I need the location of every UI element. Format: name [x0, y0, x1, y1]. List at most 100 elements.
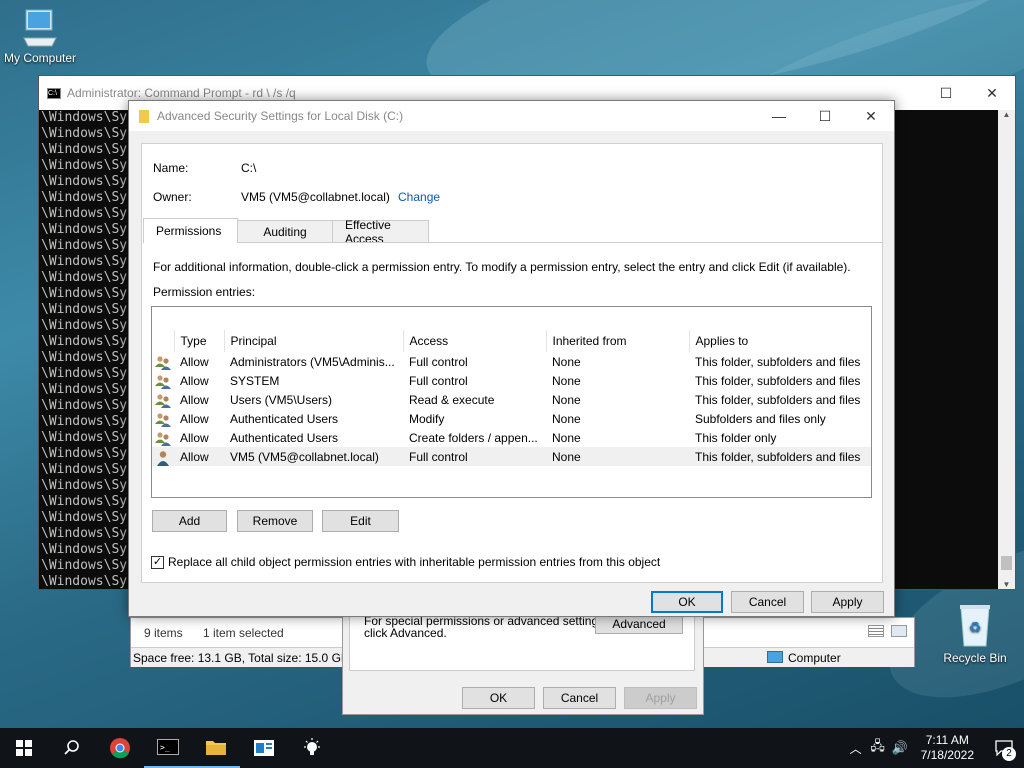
- start-button[interactable]: [0, 728, 48, 768]
- cmd-close-button[interactable]: ✕: [969, 76, 1015, 110]
- chevron-up-icon[interactable]: ︿: [845, 740, 867, 757]
- lightbulb-icon: [304, 738, 320, 755]
- row-access: Create folders / appen...: [409, 430, 538, 445]
- file-explorer-taskbar-button[interactable]: [192, 728, 240, 768]
- name-value: C:\: [241, 161, 257, 175]
- clock[interactable]: 7:11 AM 7/18/2022: [911, 733, 984, 763]
- row-icon-cell: [152, 428, 174, 447]
- tips-taskbar-button[interactable]: [288, 728, 336, 768]
- clock-time: 7:11 AM: [925, 733, 969, 747]
- cmd-taskbar-button[interactable]: >_: [144, 728, 192, 768]
- dialog-minimize-button[interactable]: —: [756, 101, 802, 131]
- scroll-thumb[interactable]: [1001, 556, 1012, 570]
- row-type: Allow: [174, 447, 224, 466]
- scroll-down-arrow-icon[interactable]: ▼: [998, 580, 1015, 589]
- permission-row[interactable]: Allow VM5 (VM5@collabnet.local) Full contr…: [152, 447, 871, 466]
- server-manager-taskbar-button[interactable]: [240, 728, 288, 768]
- user-group-icon: [155, 431, 171, 446]
- chrome-icon: [110, 738, 130, 759]
- chrome-taskbar-button[interactable]: [96, 728, 144, 768]
- recycle-bin-desktop-icon[interactable]: ♻ Recycle Bin: [935, 602, 1015, 665]
- props-cancel-button[interactable]: Cancel: [543, 687, 616, 709]
- scroll-up-arrow-icon[interactable]: ▲: [998, 110, 1015, 119]
- tab-effective-access[interactable]: Effective Access: [332, 218, 429, 246]
- taskbar: >_ ︿ 🖧 🔊 7:11 AM 7/18/2022 2: [0, 728, 1024, 768]
- row-applies-to: This folder, subfolders and files: [695, 373, 861, 388]
- row-applies-to: This folder, subfolders and files: [695, 354, 861, 369]
- tab-auditing[interactable]: Auditing: [237, 220, 333, 243]
- network-icon[interactable]: 🖧: [867, 737, 889, 759]
- info-text: For additional information, double-click…: [153, 260, 851, 274]
- svg-text:♻: ♻: [969, 619, 982, 635]
- terminal-icon: >_: [157, 739, 179, 755]
- permission-row[interactable]: Allow Users (VM5\Users) Read & execute None…: [152, 390, 871, 409]
- edit-button[interactable]: Edit: [322, 510, 399, 532]
- column-header-applies[interactable]: Applies to: [688, 330, 871, 352]
- replace-permissions-label[interactable]: Replace all child object permission entr…: [168, 555, 660, 569]
- dialog-close-button[interactable]: ✕: [848, 101, 894, 131]
- permission-row[interactable]: Allow Authenticated Users Modify None Subfol…: [152, 409, 871, 428]
- tab-divider: [237, 242, 883, 243]
- volume-icon[interactable]: 🔊: [889, 740, 911, 756]
- name-label: Name:: [153, 161, 189, 175]
- permission-entries-list[interactable]: Type Principal Access Inherited from App…: [151, 306, 872, 498]
- row-icon-cell: [152, 447, 174, 466]
- row-access: Full control: [409, 354, 468, 369]
- row-principal: Authenticated Users: [230, 430, 339, 445]
- my-computer-desktop-icon[interactable]: My Computer: [0, 8, 80, 65]
- search-button[interactable]: [48, 728, 96, 768]
- remove-button[interactable]: Remove: [237, 510, 313, 532]
- space-free: Space free: 13.1 GB, Total size: 15.0 GB: [133, 651, 349, 665]
- items-count: 9 items: [144, 626, 183, 640]
- row-applies-to: This folder, subfolders and files: [695, 392, 861, 407]
- tab-permissions[interactable]: Permissions: [143, 218, 238, 243]
- row-inherited-from: None: [552, 411, 581, 426]
- row-icon-cell: [152, 390, 174, 409]
- cancel-button[interactable]: Cancel: [731, 591, 804, 613]
- server-manager-icon: [254, 740, 274, 756]
- replace-permissions-checkbox[interactable]: ✓: [151, 556, 164, 569]
- row-type: Allow: [180, 373, 209, 388]
- row-inherited-from: None: [546, 447, 689, 466]
- selection-count: 1 item selected: [203, 626, 284, 640]
- column-header-access[interactable]: Access: [402, 330, 546, 352]
- action-center-button[interactable]: 2: [984, 728, 1024, 768]
- row-icon-cell: [152, 352, 174, 371]
- user-group-icon: [155, 355, 171, 370]
- advanced-security-dialog[interactable]: Advanced Security Settings for Local Dis…: [128, 100, 895, 617]
- row-type: Allow: [180, 430, 209, 445]
- owner-label: Owner:: [153, 190, 192, 204]
- row-applies-to: Subfolders and files only: [695, 411, 826, 426]
- cmd-scrollbar[interactable]: ▲ ▼: [998, 110, 1015, 589]
- props-ok-button[interactable]: OK: [462, 687, 535, 709]
- dialog-maximize-button[interactable]: ☐: [802, 101, 848, 131]
- checkmark-icon: ✓: [152, 556, 163, 568]
- user-group-icon: [155, 374, 171, 389]
- permission-row[interactable]: Allow SYSTEM Full control None This folder, …: [152, 371, 871, 390]
- details-view-icon[interactable]: [868, 625, 884, 637]
- search-icon: [64, 740, 79, 755]
- props-click-advanced-text: click Advanced.: [364, 626, 447, 640]
- my-computer-label: My Computer: [3, 51, 77, 65]
- column-header-inherited[interactable]: Inherited from: [545, 330, 689, 352]
- add-button[interactable]: Add: [152, 510, 227, 532]
- recycle-bin-label: Recycle Bin: [943, 651, 1007, 665]
- props-apply-button[interactable]: Apply: [624, 687, 697, 709]
- change-owner-link[interactable]: Change: [398, 190, 440, 204]
- row-access: Full control: [403, 447, 546, 466]
- ok-button[interactable]: OK: [651, 591, 723, 613]
- notification-count: 2: [1002, 747, 1016, 761]
- permission-row[interactable]: Allow Authenticated Users Create folders /…: [152, 428, 871, 447]
- apply-button[interactable]: Apply: [811, 591, 884, 613]
- permission-row[interactable]: Allow Administrators (VM5\Adminis... Full …: [152, 352, 871, 371]
- row-principal: Authenticated Users: [230, 411, 339, 426]
- column-header-type[interactable]: Type: [173, 330, 224, 352]
- row-inherited-from: None: [552, 430, 581, 445]
- column-header-principal[interactable]: Principal: [223, 330, 403, 352]
- cmd-maximize-button[interactable]: ☐: [923, 76, 969, 110]
- windows-logo-icon: [16, 740, 32, 756]
- user-group-icon: [155, 412, 171, 427]
- dialog-content-panel: Name: C:\ Owner: VM5 (VM5@collabnet.loca…: [141, 143, 883, 583]
- icon-column-header: [152, 330, 174, 352]
- large-icons-view-icon[interactable]: [891, 625, 907, 637]
